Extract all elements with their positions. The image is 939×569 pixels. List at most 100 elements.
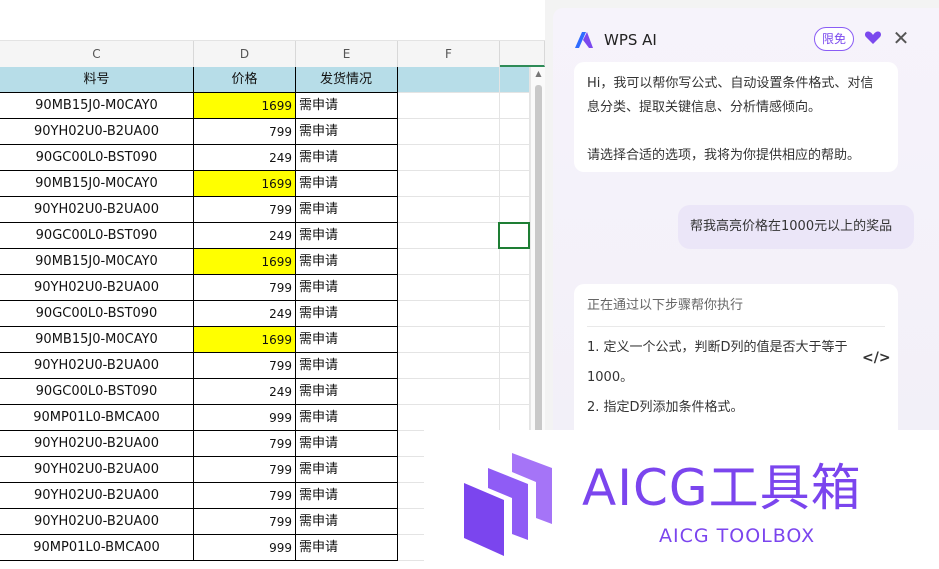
empty-cell[interactable] bbox=[398, 249, 500, 275]
selected-cell[interactable] bbox=[498, 222, 530, 249]
empty-cell[interactable] bbox=[398, 145, 500, 171]
formula-bar[interactable] bbox=[0, 0, 545, 41]
price-cell[interactable]: 1699 bbox=[194, 171, 296, 197]
part-number-cell[interactable]: 90YH02U0-B2UA00 bbox=[0, 483, 194, 509]
price-cell[interactable]: 1699 bbox=[194, 249, 296, 275]
empty-cell[interactable] bbox=[398, 301, 500, 327]
part-number-cell[interactable]: 90YH02U0-B2UA00 bbox=[0, 197, 194, 223]
empty-cell[interactable] bbox=[500, 353, 530, 379]
shipping-status-cell[interactable]: 需申请 bbox=[296, 249, 398, 275]
shipping-status-cell[interactable]: 需申请 bbox=[296, 171, 398, 197]
column-header-f[interactable]: F bbox=[398, 41, 500, 67]
part-number-cell[interactable]: 90MB15J0-M0CAY0 bbox=[0, 171, 194, 197]
part-number-cell[interactable]: 90GC00L0-BST090 bbox=[0, 301, 194, 327]
empty-cell[interactable] bbox=[398, 327, 500, 353]
shipping-status-cell[interactable]: 需申请 bbox=[296, 93, 398, 119]
column-header-c[interactable]: C bbox=[0, 41, 194, 67]
price-cell[interactable]: 799 bbox=[194, 353, 296, 379]
price-cell[interactable]: 799 bbox=[194, 457, 296, 483]
part-number-cell[interactable]: 90YH02U0-B2UA00 bbox=[0, 509, 194, 535]
empty-cell[interactable] bbox=[398, 67, 500, 93]
shipping-status-cell[interactable]: 需申请 bbox=[296, 535, 398, 561]
table-row: 90YH02U0-B2UA00 799 需申请 bbox=[0, 119, 530, 145]
empty-cell[interactable] bbox=[500, 327, 530, 353]
empty-cell[interactable] bbox=[500, 249, 530, 275]
part-number-cell[interactable]: 90YH02U0-B2UA00 bbox=[0, 275, 194, 301]
empty-cell[interactable] bbox=[398, 353, 500, 379]
close-icon[interactable]: ✕ bbox=[891, 28, 911, 48]
empty-cell[interactable] bbox=[500, 405, 530, 431]
empty-cell[interactable] bbox=[500, 93, 530, 119]
shipping-status-cell[interactable]: 需申请 bbox=[296, 145, 398, 171]
code-icon[interactable]: </> bbox=[862, 346, 891, 366]
price-cell[interactable]: 249 bbox=[194, 301, 296, 327]
price-cell[interactable]: 799 bbox=[194, 119, 296, 145]
price-cell[interactable]: 249 bbox=[194, 223, 296, 249]
empty-cell[interactable] bbox=[398, 275, 500, 301]
part-number-cell[interactable]: 90YH02U0-B2UA00 bbox=[0, 457, 194, 483]
price-cell[interactable]: 249 bbox=[194, 145, 296, 171]
price-cell[interactable]: 249 bbox=[194, 379, 296, 405]
price-cell[interactable]: 1699 bbox=[194, 327, 296, 353]
shipping-status-cell[interactable]: 需申请 bbox=[296, 405, 398, 431]
empty-cell[interactable] bbox=[398, 379, 500, 405]
empty-cell[interactable] bbox=[398, 171, 500, 197]
empty-cell[interactable] bbox=[500, 379, 530, 405]
free-badge[interactable]: 限免 bbox=[814, 27, 854, 51]
price-cell[interactable]: 799 bbox=[194, 483, 296, 509]
part-number-cell[interactable]: 90MB15J0-M0CAY0 bbox=[0, 249, 194, 275]
header-cell-part-number[interactable]: 料号 bbox=[0, 67, 194, 93]
empty-cell[interactable] bbox=[500, 275, 530, 301]
part-number-cell[interactable]: 90MP01L0-BMCA00 bbox=[0, 405, 194, 431]
part-number-cell[interactable]: 90YH02U0-B2UA00 bbox=[0, 119, 194, 145]
part-number-cell[interactable]: 90MB15J0-M0CAY0 bbox=[0, 93, 194, 119]
shipping-status-cell[interactable]: 需申请 bbox=[296, 301, 398, 327]
part-number-cell[interactable]: 90YH02U0-B2UA00 bbox=[0, 431, 194, 457]
shipping-status-cell[interactable]: 需申请 bbox=[296, 223, 398, 249]
column-header-e[interactable]: E bbox=[296, 41, 398, 67]
header-cell-shipping[interactable]: 发货情况 bbox=[296, 67, 398, 93]
shipping-status-cell[interactable]: 需申请 bbox=[296, 327, 398, 353]
part-number-cell[interactable]: 90GC00L0-BST090 bbox=[0, 223, 194, 249]
column-header-d[interactable]: D bbox=[194, 41, 296, 67]
empty-cell[interactable] bbox=[398, 93, 500, 119]
empty-cell[interactable] bbox=[398, 119, 500, 145]
shipping-status-cell[interactable]: 需申请 bbox=[296, 353, 398, 379]
greeting-text: Hi，我可以帮你写公式、自动设置条件格式、对信息分类、提取关键信息、分析情感倾向… bbox=[587, 76, 874, 115]
empty-cell[interactable] bbox=[500, 301, 530, 327]
shipping-status-cell[interactable]: 需申请 bbox=[296, 457, 398, 483]
shipping-status-cell[interactable]: 需申请 bbox=[296, 197, 398, 223]
price-cell[interactable]: 999 bbox=[194, 405, 296, 431]
price-cell[interactable]: 799 bbox=[194, 431, 296, 457]
empty-cell[interactable] bbox=[398, 405, 500, 431]
part-number-cell[interactable]: 90MP01L0-BMCA00 bbox=[0, 535, 194, 561]
shipping-status-cell[interactable]: 需申请 bbox=[296, 275, 398, 301]
shipping-status-cell[interactable]: 需申请 bbox=[296, 379, 398, 405]
scrollbar-thumb[interactable] bbox=[535, 85, 542, 485]
heart-hand-icon[interactable] bbox=[863, 28, 883, 48]
part-number-cell[interactable]: 90GC00L0-BST090 bbox=[0, 145, 194, 171]
price-cell[interactable]: 799 bbox=[194, 509, 296, 535]
price-cell[interactable]: 799 bbox=[194, 275, 296, 301]
empty-cell[interactable] bbox=[398, 223, 500, 249]
scroll-up-arrow-icon[interactable]: ▲ bbox=[531, 69, 545, 78]
part-number-cell[interactable]: 90GC00L0-BST090 bbox=[0, 379, 194, 405]
empty-cell[interactable] bbox=[500, 197, 530, 223]
price-cell[interactable]: 999 bbox=[194, 535, 296, 561]
part-number-cell[interactable]: 90YH02U0-B2UA00 bbox=[0, 353, 194, 379]
shipping-status-cell[interactable]: 需申请 bbox=[296, 119, 398, 145]
shipping-status-cell[interactable]: 需申请 bbox=[296, 483, 398, 509]
empty-cell[interactable] bbox=[398, 197, 500, 223]
aicg-logo-icon bbox=[464, 453, 552, 556]
empty-cell[interactable] bbox=[500, 67, 530, 93]
empty-cell[interactable] bbox=[500, 145, 530, 171]
shipping-status-cell[interactable]: 需申请 bbox=[296, 431, 398, 457]
part-number-cell[interactable]: 90MB15J0-M0CAY0 bbox=[0, 327, 194, 353]
column-header-g[interactable] bbox=[500, 41, 545, 67]
empty-cell[interactable] bbox=[500, 119, 530, 145]
header-cell-price[interactable]: 价格 bbox=[194, 67, 296, 93]
price-cell[interactable]: 799 bbox=[194, 197, 296, 223]
shipping-status-cell[interactable]: 需申请 bbox=[296, 509, 398, 535]
price-cell[interactable]: 1699 bbox=[194, 93, 296, 119]
empty-cell[interactable] bbox=[500, 171, 530, 197]
